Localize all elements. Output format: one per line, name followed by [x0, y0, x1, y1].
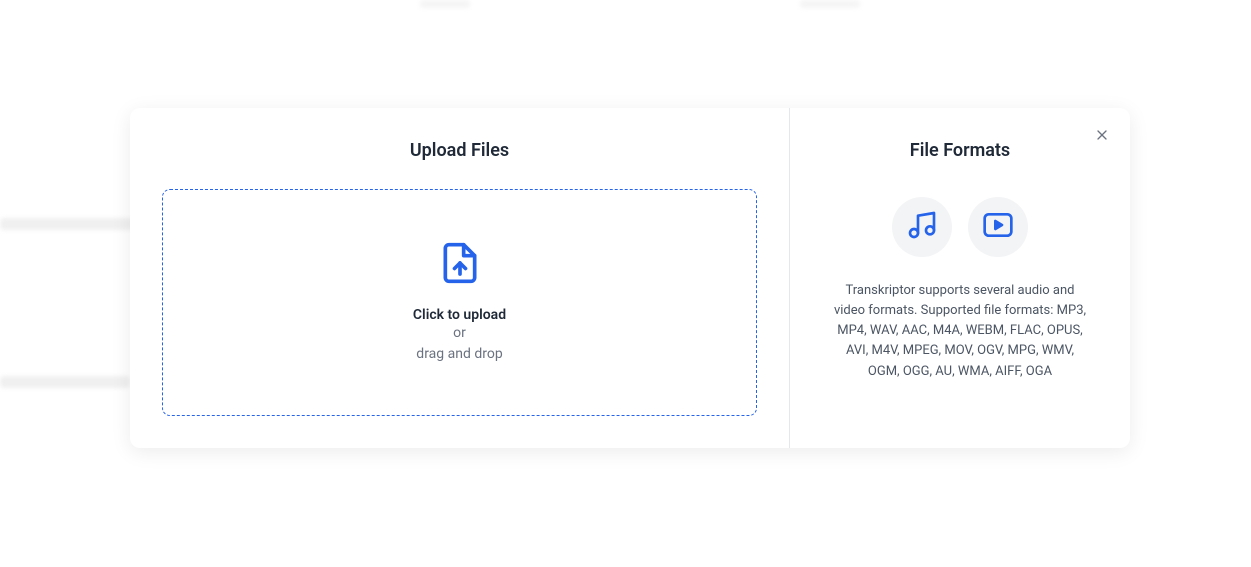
formats-description: Transkriptor supports several audio and … — [830, 281, 1090, 382]
upload-primary-text: Click to upload — [413, 307, 506, 323]
music-icon — [906, 209, 938, 245]
video-format-badge — [968, 197, 1028, 257]
background-blur — [420, 0, 470, 8]
close-icon — [1094, 127, 1110, 146]
file-upload-icon — [438, 241, 482, 289]
upload-secondary-text: drag and drop — [416, 344, 502, 365]
audio-format-badge — [892, 197, 952, 257]
video-icon — [982, 209, 1014, 245]
format-icons-row — [830, 197, 1090, 257]
formats-title: File Formats — [830, 140, 1090, 161]
upload-or-text: or — [453, 323, 466, 344]
background-blur — [0, 376, 130, 388]
background-blur — [800, 0, 860, 8]
upload-panel: Upload Files Click to upload or drag and… — [130, 108, 790, 448]
upload-modal: Upload Files Click to upload or drag and… — [130, 108, 1130, 448]
upload-title: Upload Files — [162, 140, 757, 161]
close-button[interactable] — [1092, 126, 1112, 146]
formats-panel: File Formats — [790, 108, 1130, 448]
background-blur — [0, 218, 140, 230]
file-dropzone[interactable]: Click to upload or drag and drop — [162, 189, 757, 416]
